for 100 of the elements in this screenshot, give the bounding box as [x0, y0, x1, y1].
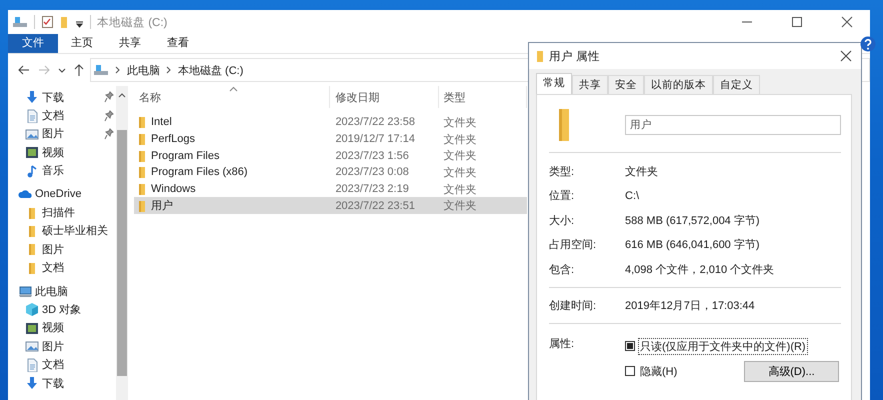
file-type: 文件夹 — [442, 182, 478, 197]
music-note-icon — [25, 164, 39, 178]
help-icon[interactable] — [860, 36, 876, 52]
nav-item[interactable]: 此电脑 — [8, 282, 116, 300]
name-field[interactable]: 用户 — [625, 115, 841, 135]
breadcrumb-item[interactable]: 本地磁盘 (C:) — [178, 62, 244, 78]
document-icon — [25, 358, 39, 372]
nav-item[interactable]: 图片 — [8, 337, 116, 356]
checklist-icon[interactable] — [41, 15, 54, 29]
file-name: Windows — [151, 183, 196, 196]
checkbox[interactable] — [625, 341, 635, 351]
nav-item[interactable]: 视频 — [8, 143, 116, 162]
nav-item[interactable]: 图片 — [8, 124, 116, 144]
checkbox-label[interactable]: 隐藏(H) — [638, 362, 680, 380]
file-row[interactable]: Windows 2023/7/23 2:19 文件夹 — [134, 180, 527, 198]
file-type: 文件夹 — [442, 148, 478, 164]
drive-icon — [12, 15, 28, 29]
dialog-tab[interactable]: 自定义 — [713, 75, 760, 94]
nav-item[interactable]: 扫描件 — [8, 203, 116, 222]
property-label: 包含: — [549, 262, 576, 277]
column-header[interactable]: 名称 — [134, 86, 330, 108]
modified-date: 2023/7/22 23:51 — [334, 200, 416, 212]
folder-icon — [137, 182, 147, 196]
property-value: 4,098 个文件，2,010 个文件夹 — [625, 262, 774, 277]
checkbox-label[interactable]: 只读(仅应用于文件夹中的文件)(R) — [638, 338, 808, 354]
file-row[interactable]: Program Files (x86) 2023/7/23 0:08 文件夹 — [134, 164, 527, 181]
property-value: 588 MB (617,572,004 字节) — [625, 214, 760, 228]
download-icon — [25, 90, 39, 104]
ribbon-tab[interactable]: 共享 — [106, 34, 154, 53]
drive-icon — [93, 63, 109, 77]
file-type: 文件夹 — [442, 132, 478, 147]
cube-icon — [25, 302, 39, 316]
scrollbar[interactable] — [116, 86, 128, 400]
ribbon-tab[interactable]: 主页 — [58, 34, 106, 53]
dialog-tab[interactable]: 以前的版本 — [644, 75, 713, 94]
file-row[interactable]: 用户 2023/7/22 23:51 文件夹 — [134, 197, 527, 214]
file-type: 文件夹 — [442, 116, 478, 130]
ribbon-tab[interactable]: 文件 — [8, 34, 58, 53]
folder-icon — [535, 49, 545, 63]
file-type: 文件夹 — [442, 166, 478, 180]
file-row[interactable]: Program Files 2023/7/23 1:56 文件夹 — [134, 147, 527, 164]
checkbox[interactable] — [625, 366, 635, 376]
property-value: 616 MB (646,041,600 字节) — [625, 238, 760, 252]
window-title: 本地磁盘 (C:) — [97, 16, 168, 30]
picture-icon — [25, 126, 39, 141]
file-row[interactable]: PerfLogs 2019/12/7 17:14 文件夹 — [134, 130, 527, 148]
modified-date: 2019/12/7 17:14 — [334, 133, 416, 146]
computer-icon — [18, 284, 32, 298]
close-icon[interactable] — [839, 49, 853, 63]
dialog-tab[interactable]: 安全 — [608, 75, 644, 94]
nav-item[interactable]: 下载 — [8, 374, 116, 392]
nav-item[interactable]: 图片 — [8, 240, 116, 259]
film-icon — [25, 145, 39, 160]
folder-icon — [137, 198, 147, 213]
nav-item[interactable]: 下载 — [8, 88, 116, 106]
file-type: 文件夹 — [442, 198, 478, 214]
property-label: 属性: — [549, 337, 576, 351]
download-icon — [25, 376, 39, 390]
folder-icon — [137, 148, 147, 163]
nav-item[interactable]: OneDrive — [8, 184, 116, 204]
property-value: 文件夹 — [625, 164, 658, 179]
property-value: 2019年12月7日，17:03:44 — [625, 299, 755, 314]
nav-item[interactable]: 文档 — [8, 355, 116, 374]
nav-item[interactable]: 音乐 — [8, 162, 116, 180]
file-name: 用户 — [151, 198, 173, 214]
modified-date: 2023/7/23 0:08 — [334, 166, 410, 178]
scrollbar-thumb[interactable] — [117, 130, 127, 376]
file-name: Intel — [151, 116, 172, 128]
picture-icon — [25, 339, 39, 354]
property-label: 占用空间: — [549, 238, 598, 252]
nav-item[interactable]: 硕士毕业相关 — [8, 222, 116, 240]
folder-icon — [137, 165, 147, 180]
property-label: 大小: — [549, 214, 576, 228]
file-name: PerfLogs — [151, 133, 196, 146]
property-label: 类型: — [549, 164, 576, 179]
nav-item[interactable]: 3D 对象 — [8, 300, 116, 319]
property-label: 位置: — [549, 189, 576, 204]
ribbon-tab[interactable]: 查看 — [154, 34, 202, 53]
advanced-button[interactable]: 高级(D)... — [744, 360, 839, 382]
modified-date: 2023/7/22 23:58 — [334, 116, 416, 128]
property-value: C:\ — [625, 190, 640, 202]
folder-icon — [137, 115, 147, 130]
film-icon — [25, 320, 39, 335]
column-header[interactable]: 类型 — [438, 86, 527, 108]
folder-icon — [137, 132, 147, 146]
nav-item[interactable]: 文档 — [8, 258, 116, 277]
property-label: 创建时间: — [549, 299, 598, 314]
document-icon — [25, 108, 39, 123]
up-arrow-icon[interactable] — [72, 62, 86, 78]
dialog-tab[interactable]: 常规 — [536, 73, 572, 94]
file-name: Program Files (x86) — [151, 166, 248, 178]
column-header[interactable]: 修改日期 — [330, 86, 439, 108]
breadcrumb-item[interactable]: 此电脑 — [127, 62, 160, 78]
nav-item[interactable]: 文档 — [8, 106, 116, 125]
file-row[interactable]: Intel 2023/7/22 23:58 文件夹 — [134, 114, 527, 131]
nav-item[interactable]: 视频 — [8, 318, 116, 338]
file-name: Program Files — [151, 150, 220, 162]
modified-date: 2023/7/23 2:19 — [334, 183, 410, 196]
modified-date: 2023/7/23 1:56 — [334, 150, 410, 162]
dialog-tab[interactable]: 共享 — [572, 75, 608, 94]
